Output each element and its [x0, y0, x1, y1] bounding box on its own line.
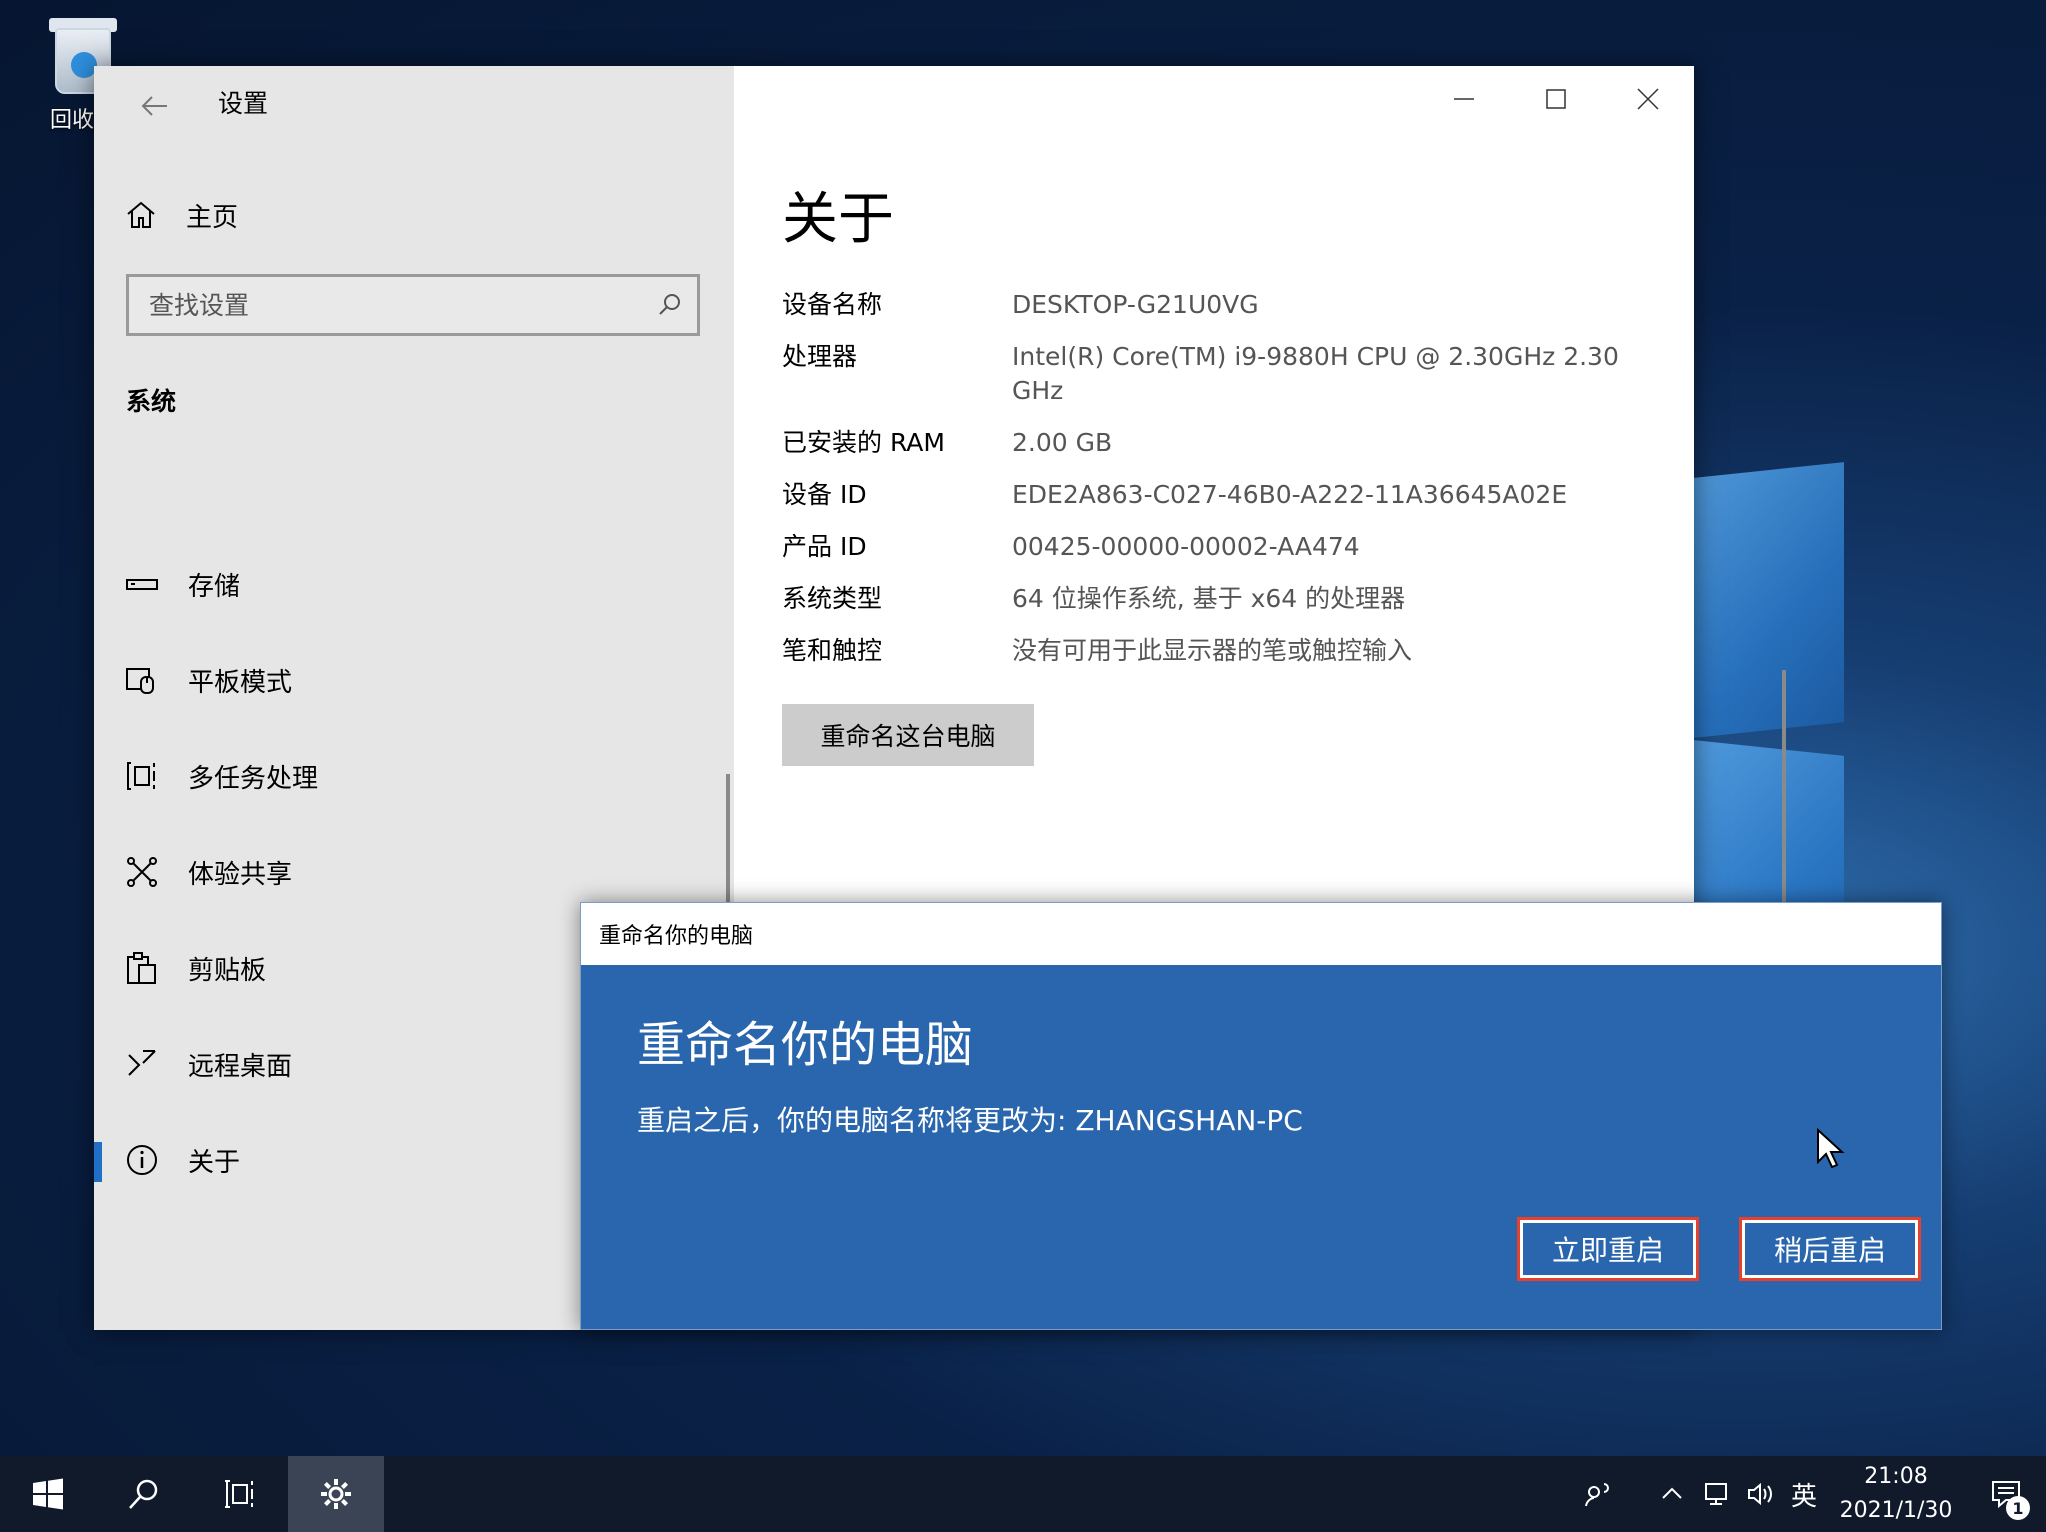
window-title: 设置: [218, 89, 269, 118]
speaker-icon: [1748, 1482, 1772, 1506]
section-title-system: 系统: [126, 387, 177, 416]
spec-value: DESKTOP-G21U0VG: [1012, 290, 1259, 319]
rename-pc-button[interactable]: 重命名这台电脑: [782, 704, 1034, 766]
tablet-mode-icon: [126, 668, 154, 694]
search-icon: [129, 1479, 158, 1509]
clock-date: 2021/1/30: [1839, 1498, 1953, 1523]
spec-value: 2.00 GB: [1012, 428, 1113, 457]
sidebar-item-label: 存储: [188, 571, 241, 602]
network-button[interactable]: [1694, 1456, 1738, 1532]
start-button[interactable]: [0, 1456, 96, 1532]
close-icon: [1637, 88, 1659, 110]
spec-row: 产品 ID 00425-00000-00002-AA474: [782, 530, 1662, 564]
device-specs-list: 设备名称 DESKTOP-G21U0VG 处理器 Intel(R) Core(T…: [782, 288, 1662, 686]
spec-label: 笔和触控: [782, 636, 883, 665]
spec-value: 64 位操作系统, 基于 x64 的处理器: [1012, 584, 1406, 613]
sidebar-item-storage[interactable]: 存储: [94, 536, 734, 632]
dialog-message: 重启之后，你的电脑名称将更改为: ZHANGSHAN-PC: [637, 1104, 1303, 1137]
people-button[interactable]: [1576, 1456, 1620, 1532]
people-icon: [1585, 1483, 1609, 1507]
spec-value: 00425-00000-00002-AA474: [1012, 532, 1360, 561]
taskbar: 英 21:08 2021/1/30 1: [0, 1456, 2046, 1532]
clock-time: 21:08: [1864, 1464, 1928, 1489]
input-method-indicator[interactable]: 英: [1782, 1456, 1826, 1532]
clipboard-icon: [127, 952, 156, 984]
home-icon: [127, 201, 155, 228]
spec-row: 系统类型 64 位操作系统, 基于 x64 的处理器: [782, 582, 1662, 616]
minimize-icon: [1454, 98, 1474, 100]
shared-experiences-icon: [127, 857, 157, 887]
spec-row: 设备名称 DESKTOP-G21U0VG: [782, 288, 1662, 322]
dialog-title-bar: 重命名你的电脑: [581, 903, 1941, 965]
settings-search-box[interactable]: [126, 274, 700, 336]
minimize-button[interactable]: [1418, 66, 1510, 132]
system-tray: 英 21:08 2021/1/30 1: [1576, 1456, 2046, 1532]
window-caption-buttons: [1418, 66, 1694, 132]
chevron-up-icon: [1662, 1487, 1682, 1499]
spec-row: 设备 ID EDE2A863-C027-46B0-A222-11A36645A0…: [782, 478, 1662, 512]
mouse-cursor-icon: [1817, 1128, 1845, 1169]
windows-logo-icon: [33, 1478, 63, 1510]
sidebar-item-label: 远程桌面: [188, 1051, 293, 1082]
spec-label: 处理器: [782, 342, 858, 371]
close-button[interactable]: [1602, 66, 1694, 132]
search-icon: [659, 294, 680, 315]
sidebar-item-label: 体验共享: [188, 859, 293, 890]
spec-label: 设备名称: [782, 290, 883, 319]
dialog-heading: 重命名你的电脑: [637, 1017, 974, 1073]
spec-label: 产品 ID: [782, 532, 867, 561]
volume-button[interactable]: [1738, 1456, 1782, 1532]
network-icon: [1705, 1483, 1727, 1505]
task-view-button[interactable]: [192, 1456, 288, 1532]
task-view-icon: [225, 1480, 253, 1508]
nav-home-label: 主页: [186, 202, 239, 233]
maximize-button[interactable]: [1510, 66, 1602, 132]
spec-row: 笔和触控 没有可用于此显示器的笔或触控输入: [782, 634, 1662, 668]
multitasking-icon: [127, 762, 155, 790]
sidebar-item-label: 关于: [188, 1147, 241, 1178]
spec-row: 已安装的 RAM 2.00 GB: [782, 426, 1662, 460]
sidebar-item-multitasking[interactable]: 多任务处理: [94, 728, 734, 824]
clock[interactable]: 21:08 2021/1/30: [1826, 1460, 1966, 1528]
back-button[interactable]: [128, 80, 180, 132]
search-button[interactable]: [96, 1456, 192, 1532]
spec-value: Intel(R) Core(TM) i9-9880H CPU @ 2.30GHz…: [1012, 342, 1619, 405]
nav-home[interactable]: 主页: [124, 190, 238, 240]
restart-now-button[interactable]: 立即重启: [1517, 1217, 1699, 1281]
info-icon: [127, 1145, 157, 1175]
gear-icon: [321, 1479, 351, 1509]
spec-value: 没有可用于此显示器的笔或触控输入: [1012, 636, 1413, 665]
page-title: 关于: [782, 187, 894, 252]
spec-label: 系统类型: [782, 584, 883, 613]
storage-icon: [126, 579, 158, 590]
show-hidden-icons-button[interactable]: [1650, 1456, 1694, 1532]
notification-badge: 1: [2006, 1496, 2030, 1520]
back-arrow-icon: [141, 96, 167, 116]
rename-pc-dialog: 重命名你的电脑 重命名你的电脑 重启之后，你的电脑名称将更改为: ZHANGSH…: [580, 902, 1942, 1330]
remote-desktop-icon: [128, 1050, 156, 1076]
spec-label: 已安装的 RAM: [782, 428, 945, 457]
maximize-icon: [1546, 89, 1566, 109]
sidebar-item-tablet-mode[interactable]: 平板模式: [94, 632, 734, 728]
action-center-button[interactable]: 1: [1966, 1456, 2046, 1532]
sidebar-item-label: 平板模式: [188, 667, 293, 698]
restart-later-button[interactable]: 稍后重启: [1739, 1217, 1921, 1281]
spec-value: EDE2A863-C027-46B0-A222-11A36645A02E: [1012, 480, 1568, 509]
settings-search-input[interactable]: [149, 290, 629, 320]
sidebar-item-label: 剪贴板: [188, 955, 267, 986]
spec-row: 处理器 Intel(R) Core(TM) i9-9880H CPU @ 2.3…: [782, 340, 1662, 408]
sidebar-item-label: 多任务处理: [188, 763, 319, 794]
spec-label: 设备 ID: [782, 480, 867, 509]
taskbar-app-settings[interactable]: [288, 1456, 384, 1532]
